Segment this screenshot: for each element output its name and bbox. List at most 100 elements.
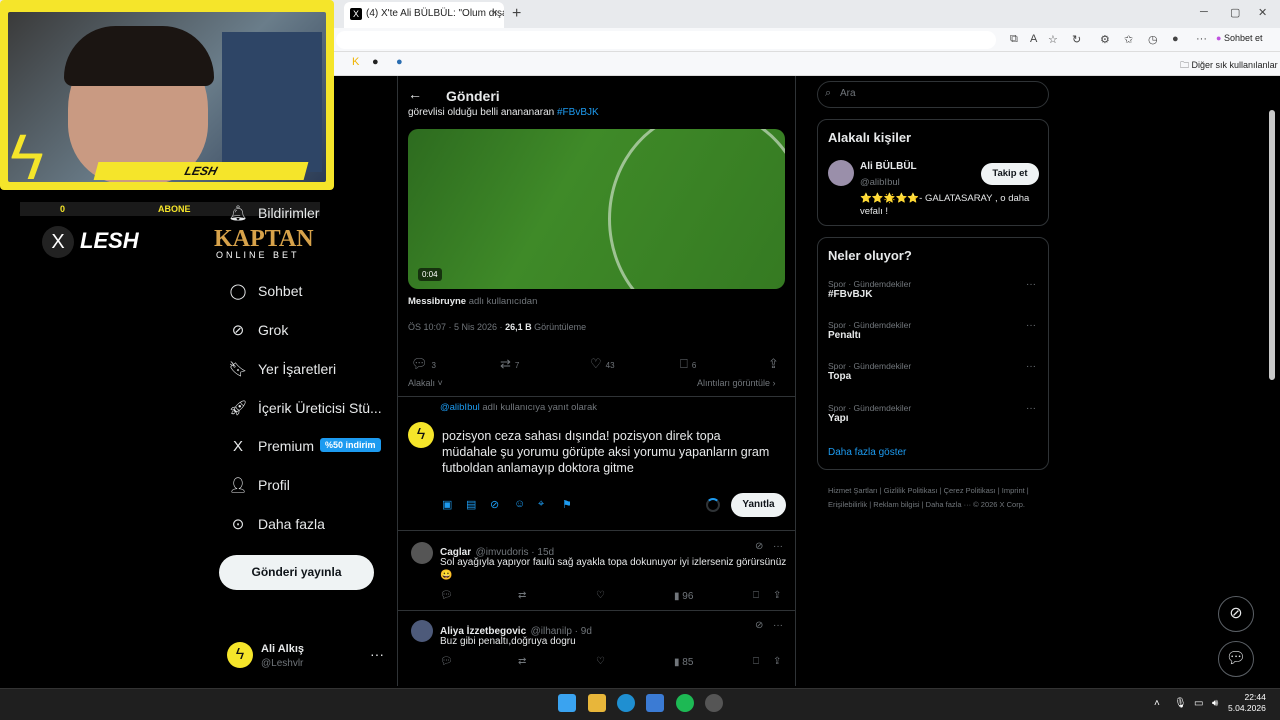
bookmark-icon[interactable]: ⎕ xyxy=(753,656,759,667)
profile-icon[interactable]: ● xyxy=(1172,33,1179,45)
more-icon[interactable]: ··· xyxy=(773,541,783,552)
edge-icon[interactable] xyxy=(617,694,635,712)
attribution-user[interactable]: Messibruyne xyxy=(408,296,466,307)
close-window-icon[interactable]: ✕ xyxy=(1258,6,1267,19)
chat-fab-icon[interactable]: 💬︎ xyxy=(1218,641,1254,677)
more-icon[interactable]: ··· xyxy=(1026,361,1036,372)
avatar[interactable] xyxy=(411,620,433,642)
views-stat[interactable]: ▮ 96 xyxy=(674,591,693,602)
trend-item[interactable]: Spor · Gündemdekiler #FBvBJK xyxy=(828,279,911,300)
tray-chevron-icon[interactable]: ˄ xyxy=(1154,698,1160,709)
avatar[interactable] xyxy=(828,160,854,186)
other-bookmarks-label: Diğer sık kullanılanlar xyxy=(1191,60,1278,70)
scrollbar[interactable] xyxy=(1269,110,1275,380)
more-icon[interactable]: ··· xyxy=(1026,403,1036,414)
grok-fab-icon[interactable]: ⊘ xyxy=(1218,596,1254,632)
minimize-icon[interactable]: ─ xyxy=(1200,6,1208,18)
nav-creator-studio[interactable]: 🚀︎ İçerik Üreticisi Stü... xyxy=(228,399,381,417)
reply-action[interactable]: 💬︎ 3 xyxy=(411,356,436,372)
related-dropdown[interactable]: Alakalı ˅ xyxy=(408,378,443,388)
more-icon[interactable]: ··· xyxy=(773,620,783,631)
reader-icon[interactable]: A xyxy=(1030,33,1037,45)
network-icon[interactable]: ▭ xyxy=(1194,698,1203,709)
repost-icon[interactable]: ⇄ xyxy=(518,656,526,667)
windows-start-icon[interactable] xyxy=(558,694,576,712)
back-arrow-icon[interactable]: ← xyxy=(408,86,422,102)
grok-icon[interactable]: ⊘ xyxy=(755,620,763,631)
view-quotes-link[interactable]: Alıntıları görüntüle › xyxy=(697,378,776,388)
trend-item[interactable]: Spor · Gündemdekiler Topa xyxy=(828,361,911,382)
tab-close-icon[interactable]: × xyxy=(492,7,498,19)
browser-tab[interactable]: X (4) X'te Ali BÜLBÜL: "Olum dışarda × xyxy=(344,2,504,28)
obs-icon[interactable] xyxy=(705,694,723,712)
bookmark-action[interactable]: ⎕ 6 xyxy=(680,356,696,372)
other-bookmarks[interactable]: 🗀 Diğer sık kullanılanlar xyxy=(1180,58,1278,74)
post-video[interactable] xyxy=(408,129,785,289)
split-screen-icon[interactable]: ⧉ xyxy=(1010,33,1018,46)
nav-profile[interactable]: 👤︎ Profil xyxy=(228,476,289,494)
new-tab-button[interactable]: + xyxy=(512,5,521,23)
copilot-chat-button[interactable]: ● Sohbet et xyxy=(1216,33,1262,43)
maximize-icon[interactable]: ▢ xyxy=(1230,6,1240,19)
nav-notifications[interactable]: 🔔︎ Bildirimler xyxy=(228,204,319,222)
bookmark-globe-icon[interactable]: ● xyxy=(396,56,403,68)
bookmark-k-icon[interactable]: K xyxy=(352,56,359,68)
trend-item[interactable]: Spor · Gündemdekiler Penaltı xyxy=(828,320,911,341)
more-icon[interactable]: ··· xyxy=(1026,320,1036,331)
views-stat[interactable]: ▮ 85 xyxy=(674,657,693,668)
spotify-icon[interactable] xyxy=(676,694,694,712)
extensions-icon[interactable]: ⚙ xyxy=(1100,33,1110,46)
reply-icon[interactable]: 💬︎ xyxy=(440,590,453,601)
gif-icon[interactable]: ▤ xyxy=(466,498,476,511)
history-icon[interactable]: ◷ xyxy=(1148,33,1158,46)
account-more-icon[interactable]: ··· xyxy=(370,646,384,662)
search-input[interactable]: Ara xyxy=(817,81,1049,108)
heart-icon[interactable]: ♡ xyxy=(596,656,605,667)
taskbar-clock[interactable]: 22:44 5.04.2026 xyxy=(1228,692,1266,714)
account-avatar[interactable]: ϟ xyxy=(227,642,253,668)
avatar[interactable] xyxy=(411,542,433,564)
favorites-icon[interactable]: ✩ xyxy=(1124,33,1133,46)
person-name[interactable]: Ali BÜLBÜL xyxy=(860,161,917,172)
grok-icon[interactable]: ⊘ xyxy=(755,541,763,552)
image-icon[interactable]: ▣ xyxy=(442,498,452,511)
address-bar[interactable] xyxy=(336,31,996,49)
reply-button[interactable]: Yanıtla xyxy=(731,493,786,517)
trend-item[interactable]: Spor · Gündemdekiler Yapı xyxy=(828,403,911,424)
file-explorer-icon[interactable] xyxy=(588,694,606,712)
share-action[interactable]: ⇪ xyxy=(768,356,783,372)
bookmark-icon[interactable]: ⎕ xyxy=(753,590,759,601)
like-action[interactable]: ♡ 43 xyxy=(590,356,615,372)
divider xyxy=(397,396,796,397)
microphone-icon[interactable]: 🎙︎ xyxy=(1174,698,1187,709)
volume-icon[interactable]: 🔊︎ xyxy=(1212,698,1218,709)
heart-icon[interactable]: ♡ xyxy=(596,590,605,601)
post-hashtag[interactable]: #FBvBJK xyxy=(557,107,599,118)
replying-to-handle[interactable]: @alibIbul xyxy=(440,402,480,413)
favorite-star-icon[interactable]: ☆ xyxy=(1048,33,1058,46)
grok-compose-icon[interactable]: ⊘ xyxy=(490,498,499,511)
nav-chat[interactable]: ◯ Sohbet xyxy=(228,282,303,300)
reply-icon[interactable]: 💬︎ xyxy=(440,656,453,667)
bookmark-github-icon[interactable]: ● xyxy=(372,56,379,68)
follow-button[interactable]: Takip et xyxy=(981,163,1039,185)
show-more-link[interactable]: Daha fazla göster xyxy=(828,447,906,458)
mail-icon[interactable] xyxy=(646,694,664,712)
footer-links[interactable]: Hizmet Şartları | Gizlilik Politikası | … xyxy=(828,484,1048,512)
flag-icon[interactable]: ⚑ xyxy=(562,498,572,511)
share-icon[interactable]: ⇪ xyxy=(773,590,781,601)
emoji-icon[interactable]: ☺ xyxy=(514,498,525,510)
refresh-icon[interactable]: ↻ xyxy=(1072,33,1081,46)
nav-premium[interactable]: X Premium xyxy=(228,438,314,455)
repost-action[interactable]: ⇄ 7 xyxy=(500,356,519,372)
nav-bookmarks[interactable]: 🔖︎ Yer İşaretleri xyxy=(228,360,336,378)
settings-more-icon[interactable]: ··· xyxy=(1196,33,1207,45)
post-button[interactable]: Gönderi yayınla xyxy=(219,555,374,590)
reply-input[interactable]: pozisyon ceza sahası dışında! pozisyon d… xyxy=(442,428,772,476)
share-icon[interactable]: ⇪ xyxy=(773,656,781,667)
more-icon[interactable]: ··· xyxy=(1026,279,1036,290)
location-icon[interactable]: ⌖ xyxy=(538,498,544,511)
nav-grok[interactable]: ⊘ Grok xyxy=(228,321,289,339)
repost-icon[interactable]: ⇄ xyxy=(518,590,526,601)
nav-more[interactable]: ⊙ Daha fazla xyxy=(228,515,325,533)
